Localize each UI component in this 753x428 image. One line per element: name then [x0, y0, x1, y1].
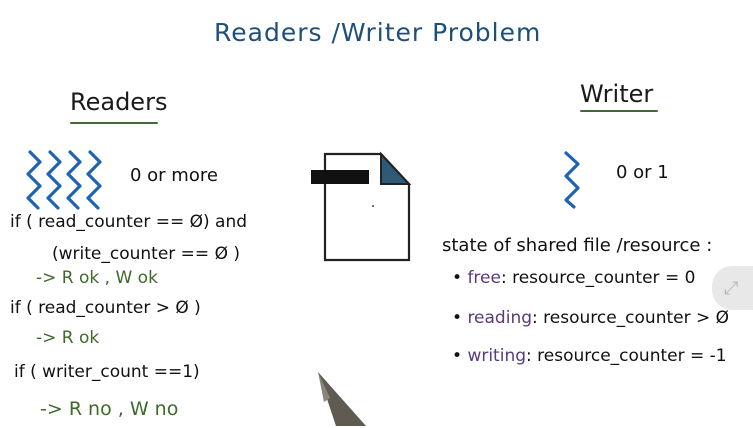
writer-squiggle-icon [564, 151, 580, 209]
cond3-line1: if ( writer_count ==1) [14, 362, 200, 382]
readers-heading: Readers [70, 88, 168, 116]
readers-underline [70, 122, 158, 124]
state-reading-label: reading [467, 308, 533, 328]
state-free-row: • free: resource_counter = 0 [452, 268, 695, 288]
writer-count-label: 0 or 1 [616, 162, 669, 183]
state-writing-expr: : resource_counter = -1 [526, 346, 727, 366]
resize-icon: ⤢ [724, 278, 739, 299]
resize-button[interactable]: ⤢ [712, 266, 753, 310]
cond1-line2: (write_counter == Ø ) [52, 244, 240, 264]
state-reading-row: • reading: resource_counter > Ø [452, 308, 729, 328]
cond2-line1: if ( read_counter > Ø ) [10, 298, 201, 318]
state-heading: state of shared file /resource : [442, 235, 713, 256]
state-writing-label: writing [467, 346, 527, 366]
state-free-expr: : resource_counter = 0 [500, 268, 696, 288]
cond1-result: -> R ok , W ok [36, 268, 158, 288]
pen-tip [318, 372, 366, 426]
state-free-label: free [467, 268, 501, 288]
state-bullet: • [452, 268, 468, 288]
writer-heading: Writer [580, 80, 654, 108]
state-writing-row: • writing: resource_counter = -1 [452, 346, 727, 366]
page-title: Readers /Writer Problem [214, 18, 542, 47]
cond3-result: -> R no , W no [40, 398, 179, 420]
state-bullet: • [452, 346, 468, 366]
cond2-result: -> R ok [36, 328, 100, 348]
file-icon [311, 151, 412, 262]
state-bullet: • [452, 308, 468, 328]
readers-count-label: 0 or more [130, 165, 218, 186]
cond1-line1: if ( read_counter == Ø) and [10, 212, 248, 232]
writer-underline [580, 110, 658, 112]
state-reading-expr: : resource_counter > Ø [532, 308, 730, 328]
reader-squiggle-icon [26, 150, 102, 210]
